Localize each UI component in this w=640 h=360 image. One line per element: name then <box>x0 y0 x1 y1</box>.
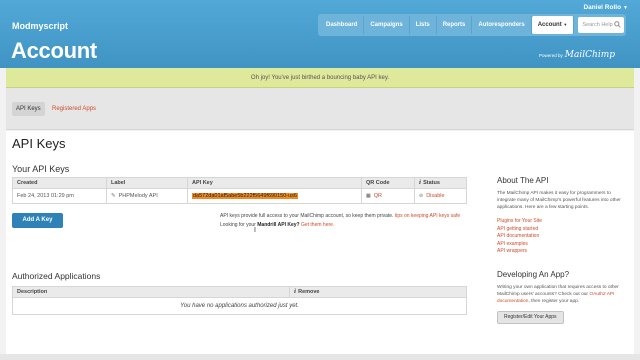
search-input[interactable]: Search Help <box>578 17 625 33</box>
cell-label[interactable]: ✎ PHPMelody API <box>107 189 188 203</box>
col-remove-label: Remove <box>298 289 320 295</box>
get-them-here-link[interactable]: Get them here. <box>301 222 334 228</box>
nav-campaigns[interactable]: Campaigns <box>364 16 410 34</box>
search-icon[interactable] <box>614 21 621 28</box>
cell-qr[interactable]: ▦ QR <box>362 189 415 203</box>
col-remove: i Remove <box>290 287 320 297</box>
tips-link[interactable]: tips on keeping API keys safe <box>395 213 460 219</box>
col-status: i Status <box>415 178 466 188</box>
nav-lists[interactable]: Lists <box>410 16 437 34</box>
disable-icon: ⊘ <box>419 193 424 199</box>
link-getting-started[interactable]: API getting started <box>497 226 627 234</box>
col-created: Created <box>13 178 107 188</box>
authorized-apps-heading: Authorized Applications <box>12 271 101 281</box>
sub-navigation: API Keys Registered Apps <box>6 88 634 130</box>
info-icon: i <box>419 180 422 186</box>
nav-account-label: Account <box>537 22 562 28</box>
help-text-2: Looking for your <box>220 222 256 228</box>
chevron-down-icon: ▼ <box>563 22 568 27</box>
user-name-label: Daniel Rollo <box>583 4 622 11</box>
nav-reports[interactable]: Reports <box>437 16 473 34</box>
dev-text-after: , then register your app. <box>528 298 580 304</box>
developing-app-heading: Developing An App? <box>497 269 570 279</box>
powered-by-label: Powered by <box>539 52 563 58</box>
table-row: Feb 24, 2013 01:29 pm ✎ PHPMelody API da5… <box>13 189 466 203</box>
api-keys-table: Created Label API Key QR Code i Status Fe… <box>12 177 467 204</box>
cell-status[interactable]: ⊘ Disable <box>415 189 466 203</box>
col-status-label: Status <box>423 180 440 186</box>
developing-app-text: Writing your own application that requir… <box>497 284 627 305</box>
disable-link[interactable]: Disable <box>426 193 444 199</box>
api-links-list: Plugins for Your Site API getting starte… <box>497 218 627 256</box>
col-qr-code: QR Code <box>362 178 415 188</box>
nav-autoresponders[interactable]: Autoresponders <box>472 16 532 34</box>
page-title: Account <box>11 38 97 63</box>
mailchimp-logo: MailChimp <box>564 50 615 60</box>
col-description: Description <box>13 287 290 297</box>
tab-registered-apps[interactable]: Registered Apps <box>48 102 100 116</box>
cell-label-text: PHPMelody API <box>118 193 158 199</box>
register-apps-button[interactable]: Register/Edit Your Apps <box>497 310 564 324</box>
cell-created: Feb 24, 2013 01:29 pm <box>13 189 107 203</box>
mandrill-help-text: Looking for your Mandrill API Key? Get t… <box>220 222 334 228</box>
nav-dashboard[interactable]: Dashboard <box>320 16 365 34</box>
api-key-value[interactable]: da572da01af5abe5b222f5649f690150-us6 <box>192 193 298 199</box>
search-placeholder: Search Help <box>582 22 613 28</box>
qr-code-icon: ▦ <box>366 193 371 199</box>
main-content: API Keys Your API Keys Created Label API… <box>6 131 634 360</box>
table-header: Description i Remove <box>13 287 466 298</box>
chevron-down-icon: ▼ <box>623 5 628 11</box>
qr-code-link[interactable]: QR <box>374 193 382 199</box>
success-banner: Oh joy! You've just birthed a bouncing b… <box>6 68 634 88</box>
about-api-heading: About The API <box>497 176 549 185</box>
main-nav: Dashboard Campaigns Lists Reports Autore… <box>318 14 627 36</box>
col-label: Label <box>107 178 188 188</box>
help-text-1: API keys provide full access to your Mai… <box>220 213 394 219</box>
api-key-help-text: API keys provide full access to your Mai… <box>220 213 460 219</box>
nav-account[interactable]: Account ▼ <box>531 16 575 34</box>
info-icon: i <box>294 289 297 295</box>
app-header: Modmyscript Account Daniel Rollo ▼ Dashbo… <box>0 0 640 68</box>
page-footer <box>0 354 640 360</box>
table-header: Created Label API Key QR Code i Status <box>13 178 466 189</box>
brand-name[interactable]: Modmyscript <box>12 21 68 31</box>
link-examples[interactable]: API examples <box>497 241 627 249</box>
add-key-button[interactable]: Add A Key <box>12 213 63 228</box>
col-api-key: API Key <box>188 178 362 188</box>
your-api-keys-heading: Your API Keys <box>12 164 70 174</box>
link-documentation[interactable]: API documentation <box>497 233 627 241</box>
about-api-text: The MailChimp API makes it easy for prog… <box>497 191 621 210</box>
tab-api-keys[interactable]: API Keys <box>12 102 45 116</box>
powered-by: Powered by MailChimp <box>539 50 615 60</box>
link-plugins[interactable]: Plugins for Your Site <box>497 218 627 226</box>
link-wrappers[interactable]: API wrappers <box>497 248 627 256</box>
cell-api-key[interactable]: da572da01af5abe5b222f5649f690150-us6 <box>188 189 362 203</box>
user-menu[interactable]: Daniel Rollo ▼ <box>583 4 628 11</box>
section-title: API Keys <box>12 136 66 151</box>
authorized-apps-table: Description i Remove You have no applicat… <box>12 286 467 315</box>
empty-state-message: You have no applications authorized just… <box>180 303 299 309</box>
text-cursor-icon: I <box>254 227 256 234</box>
sidebar: About The API The MailChimp API makes it… <box>497 176 627 324</box>
pencil-icon[interactable]: ✎ <box>111 189 116 203</box>
mandrill-key-label: Mandrill API Key? <box>257 222 300 228</box>
